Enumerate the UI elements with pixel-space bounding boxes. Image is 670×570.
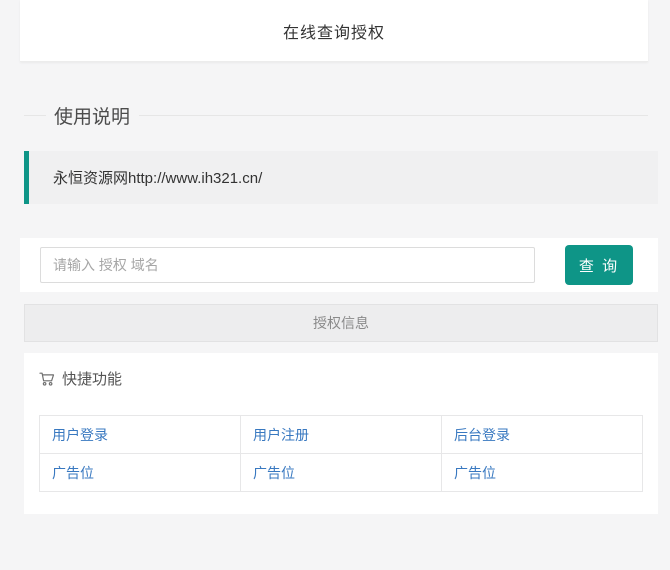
divider-line-left xyxy=(24,115,46,116)
link-ad-slot-1[interactable]: 广告位 xyxy=(52,465,94,481)
link-ad-slot-3[interactable]: 广告位 xyxy=(454,465,496,481)
usage-section-heading: 使用说明 xyxy=(24,102,648,129)
query-button[interactable]: 查 询 xyxy=(565,245,633,285)
search-panel: 查 询 xyxy=(20,238,658,292)
quick-functions-header: 快捷功能 xyxy=(39,368,643,389)
divider-line-right xyxy=(139,115,648,116)
link-ad-slot-2[interactable]: 广告位 xyxy=(253,465,295,481)
page-header: 在线查询授权 xyxy=(20,0,648,62)
auth-info-bar: 授权信息 xyxy=(24,304,658,342)
quick-functions-title: 快捷功能 xyxy=(62,368,122,389)
site-notice-box: 永恒资源网http://www.ih321.cn/ xyxy=(24,151,658,204)
quick-functions-card: 快捷功能 用户登录 用户注册 后台登录 广告位 广告位 广告位 xyxy=(24,353,658,514)
site-notice-text: 永恒资源网http://www.ih321.cn/ xyxy=(53,170,262,187)
usage-heading-text: 使用说明 xyxy=(54,102,130,129)
quick-links-table: 用户登录 用户注册 后台登录 广告位 广告位 广告位 xyxy=(39,415,643,492)
link-user-register[interactable]: 用户注册 xyxy=(253,427,309,443)
auth-info-label: 授权信息 xyxy=(313,313,369,333)
table-row: 用户登录 用户注册 后台登录 xyxy=(40,416,643,454)
domain-search-input[interactable] xyxy=(40,247,535,283)
page-title: 在线查询授权 xyxy=(283,19,385,43)
link-user-login[interactable]: 用户登录 xyxy=(52,427,108,443)
link-admin-login[interactable]: 后台登录 xyxy=(454,427,510,443)
table-row: 广告位 广告位 广告位 xyxy=(40,454,643,492)
shopping-cart-icon xyxy=(39,371,55,387)
